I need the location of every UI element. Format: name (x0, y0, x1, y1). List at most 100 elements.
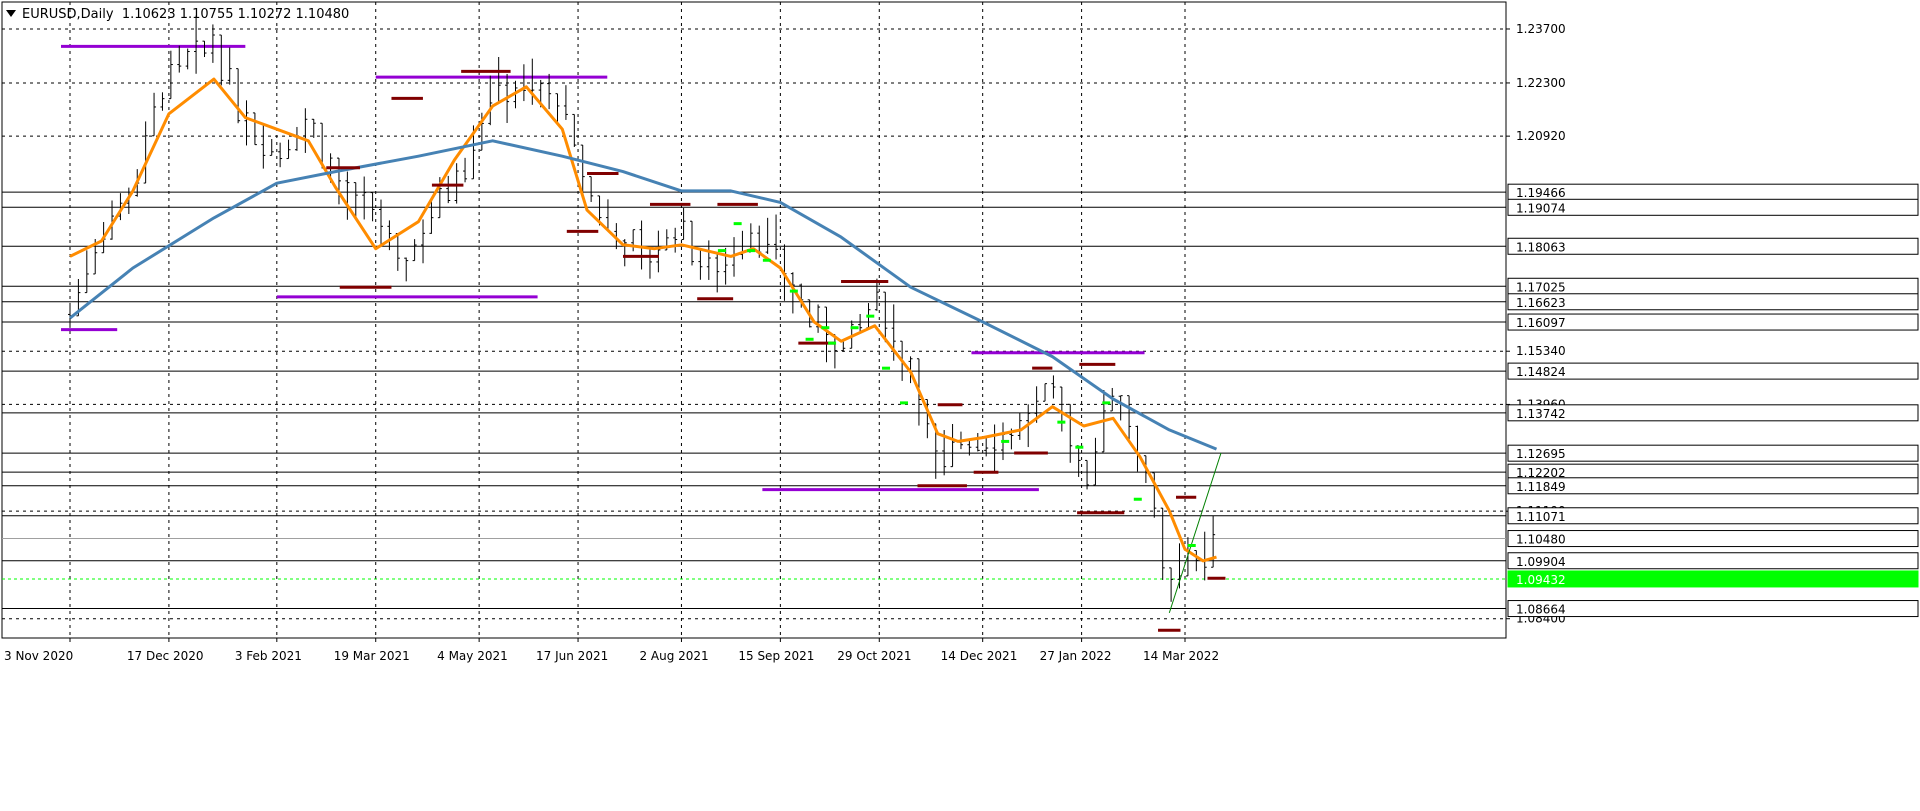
price-bar (446, 175, 451, 204)
level-tag (1507, 477, 1919, 495)
price-bar (1169, 567, 1174, 602)
moving-averages (69, 77, 1222, 614)
x-tick-label: 17 Jun 2021 (536, 649, 608, 663)
level-tag (1507, 600, 1919, 618)
price-bar (1043, 383, 1048, 402)
x-tick-label: 2 Aug 2021 (639, 649, 708, 663)
price-bar (975, 432, 980, 452)
price-bar (1059, 386, 1064, 432)
price-bar (824, 306, 829, 363)
price-bar (421, 219, 426, 264)
level-tag (1507, 570, 1919, 588)
price-bar (841, 341, 846, 352)
ma-slow-line (69, 139, 1218, 451)
price-bar (463, 157, 468, 183)
x-tick-label: 27 Jan 2022 (1040, 649, 1112, 663)
price-bar (303, 108, 308, 153)
level-tag-label: 1.13742 (1516, 407, 1566, 421)
level-tag-label: 1.19466 (1516, 186, 1566, 200)
x-tick-label: 4 May 2021 (437, 649, 508, 663)
level-tag (1507, 237, 1919, 255)
level-tag (1507, 530, 1919, 548)
price-bar (774, 214, 779, 260)
level-tag (1507, 293, 1919, 311)
price-bar (656, 230, 661, 273)
price-bar (858, 313, 863, 332)
level-tag (1507, 507, 1919, 525)
level-tag-label: 1.08664 (1516, 603, 1566, 617)
price-bar (362, 176, 367, 220)
ma-fast-line (69, 77, 1217, 563)
price-bar (269, 138, 274, 156)
price-bar (378, 199, 383, 245)
price-bar (261, 125, 266, 169)
price-bar (765, 217, 770, 254)
y-tick-label: 1.23700 (1516, 22, 1566, 36)
price-bar (1093, 437, 1098, 486)
chart-canvas[interactable]: 1.237001.223001.209201.153401.139601.111… (0, 0, 1920, 811)
price-bar (236, 68, 241, 124)
horizontal-levels (2, 191, 1506, 610)
price-bar (395, 233, 400, 271)
price-bar (345, 171, 350, 220)
x-tick-label: 17 Dec 2020 (127, 649, 204, 663)
price-bar (404, 257, 409, 282)
fractal-marks (717, 222, 1196, 547)
level-tag-label: 1.17025 (1516, 280, 1566, 294)
support-resistance-marks (326, 69, 1226, 632)
price-bar (639, 220, 644, 270)
price-bar (353, 182, 358, 219)
price-bar (1085, 459, 1090, 490)
price-bar (202, 40, 207, 58)
price-bar (227, 47, 232, 85)
price-bar (454, 163, 459, 204)
price-bar (547, 73, 552, 110)
price-bar (883, 291, 888, 343)
price-chart[interactable]: EURUSD,Daily 1.10623 1.10755 1.10272 1.1… (0, 0, 1920, 811)
price-bar (1017, 412, 1022, 440)
level-tag (1507, 444, 1919, 462)
x-tick-label: 14 Dec 2021 (941, 649, 1018, 663)
price-bar (992, 424, 997, 473)
level-tag-label: 1.11849 (1516, 480, 1566, 494)
level-tag-label: 1.18063 (1516, 240, 1566, 254)
price-bar (412, 239, 417, 262)
level-tag-label: 1.14824 (1516, 365, 1566, 379)
x-tick-label: 29 Oct 2021 (837, 649, 911, 663)
price-bar (278, 142, 283, 168)
price-bar (160, 92, 165, 111)
price-bar (673, 227, 678, 253)
price-bar (555, 93, 560, 124)
price-bar (874, 278, 879, 311)
x-tick-label: 14 Mar 2022 (1143, 649, 1219, 663)
price-bar (605, 199, 610, 232)
price-bar (152, 92, 157, 137)
price-bar (294, 126, 299, 151)
price-bar (698, 250, 703, 280)
price-bar (950, 423, 955, 468)
price-bar (311, 118, 316, 138)
price-bar (143, 121, 148, 184)
level-tag-label: 1.11071 (1516, 510, 1566, 524)
level-tag (1507, 552, 1919, 570)
level-tag (1507, 404, 1919, 422)
level-tag-label: 1.19074 (1516, 201, 1566, 215)
price-bar (1160, 507, 1165, 580)
level-tag (1507, 198, 1919, 216)
price-bar (740, 230, 745, 260)
price-bar (219, 34, 224, 86)
price-bar (563, 85, 568, 120)
price-bar (210, 24, 215, 63)
price-axis: 1.237001.223001.209201.153401.139601.111… (1506, 22, 1919, 626)
x-tick-label: 3 Nov 2020 (4, 649, 73, 663)
level-tag-label: 1.09432 (1516, 573, 1566, 587)
price-bar (496, 56, 501, 104)
level-tag-label: 1.16097 (1516, 316, 1566, 330)
y-tick-label: 1.22300 (1516, 76, 1566, 90)
price-bar (488, 75, 493, 126)
level-tag-label: 1.10480 (1516, 533, 1566, 547)
range-lines (61, 44, 1145, 492)
level-tag (1507, 362, 1919, 380)
time-axis: 3 Nov 2020 17 Dec 2020 3 Feb 2021 19 Mar 20… (2, 637, 1506, 663)
price-bar (1127, 395, 1132, 440)
